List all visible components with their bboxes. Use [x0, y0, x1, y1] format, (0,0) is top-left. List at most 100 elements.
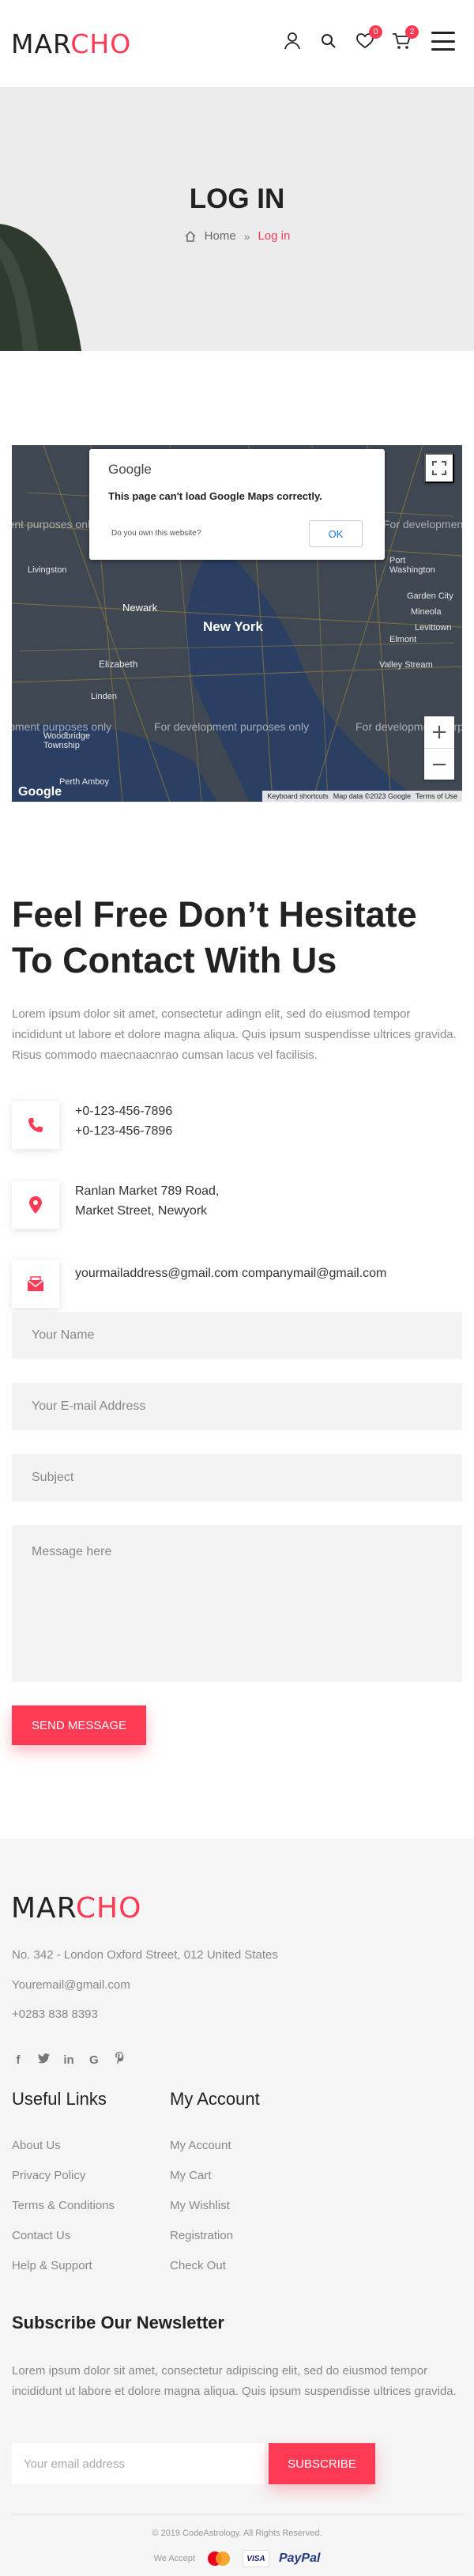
footer-phone[interactable]: +0283 838 8393 [12, 2008, 98, 2021]
breadcrumb-current: Log in [258, 229, 291, 243]
map-label-elizabeth: Elizabeth [99, 659, 138, 670]
paypal-icon: PayPal [279, 2551, 320, 2566]
map-label-elmont: Elmont [389, 635, 417, 644]
map-label-levittown: Levittown [415, 623, 452, 633]
footer-link-privacy[interactable]: Privacy Policy [12, 2169, 85, 2182]
email-field[interactable] [12, 1383, 462, 1430]
send-message-button[interactable]: SEND MESSAGE [12, 1705, 146, 1745]
subject-field[interactable] [12, 1454, 462, 1501]
facebook-icon[interactable]: f [12, 2053, 24, 2067]
footer-logo[interactable]: MARCHO [11, 1892, 141, 1924]
footer-logo-dark: MAR [11, 1892, 76, 1924]
twitter-icon[interactable] [37, 2053, 50, 2067]
footer-email[interactable]: Youremail@gmail.com [12, 1978, 130, 1992]
map-ok-button[interactable]: OK [309, 520, 363, 547]
address-line-2: Market Street, Newyork [75, 1204, 208, 1218]
map-data-text: Map data ©2023 Google [333, 792, 411, 800]
social-links: f in G [12, 2052, 126, 2068]
fullscreen-icon[interactable] [424, 453, 454, 483]
name-field[interactable] [12, 1312, 462, 1359]
visa-label: VISA [246, 2554, 265, 2563]
terms-of-use-link[interactable]: Terms of Use [416, 792, 457, 800]
message-field[interactable] [12, 1525, 462, 1682]
site-header: MARCHO 0 2 [0, 0, 474, 87]
google-plus-icon[interactable]: G [88, 2053, 100, 2067]
paypal-label: PayPal [278, 2551, 321, 2565]
footer-link-checkout[interactable]: Check Out [170, 2259, 226, 2272]
payment-methods: We Accept VISA PayPal [0, 2550, 474, 2567]
subscribe-button[interactable]: SUBSCRIBE [269, 2443, 375, 2484]
contact-email-row: yourmailaddress@gmail.com companymail@gm… [12, 1260, 462, 1308]
hero-model-image [0, 224, 82, 351]
newsletter-description: Lorem ipsum dolor sit amet, consectetur … [12, 2364, 457, 2398]
map-label-valley-stream: Valley Stream [379, 660, 433, 670]
google-logo: Google [108, 462, 152, 477]
phone-number-1[interactable]: +0-123-456-7896 [75, 1101, 172, 1121]
footer-link-help[interactable]: Help & Support [12, 2259, 92, 2272]
cart-button[interactable]: 2 [390, 25, 419, 52]
contact-phones: +0-123-456-7896 +0-123-456-7896 [75, 1101, 172, 1141]
site-footer: MARCHO No. 342 - London Oxford Street, 0… [0, 1838, 474, 2576]
footer-logo-accent: CHO [75, 1892, 142, 1924]
zoom-in-icon[interactable]: + [424, 716, 454, 748]
map-label-port-washington: Port Washington [389, 556, 435, 575]
newsletter-title: Subscribe Our Newsletter [12, 2313, 224, 2332]
search-icon[interactable] [318, 30, 340, 52]
contact-emails[interactable]: yourmailaddress@gmail.com companymail@gm… [75, 1263, 386, 1283]
map-attribution: Keyboard shortcuts Map data ©2023 Google… [262, 791, 462, 802]
keyboard-shortcuts-link[interactable]: Keyboard shortcuts [267, 792, 329, 800]
phone-icon [12, 1101, 59, 1149]
map-label-newark: Newark [122, 602, 158, 614]
we-accept-label: We Accept [153, 2554, 195, 2563]
copyright-text: © 2019 CodeAstrology. All Rights Reserve… [152, 2529, 322, 2538]
contact-address-row: Ranlan Market 789 Road, Market Street, N… [12, 1181, 462, 1229]
footer-link-registration[interactable]: Registration [170, 2229, 233, 2242]
dev-watermark-top-left: For development purposes only [12, 518, 96, 531]
logo-part-dark: MAR [11, 28, 71, 59]
phone-number-2[interactable]: +0-123-456-7896 [75, 1121, 172, 1141]
footer-divider [12, 2514, 462, 2515]
useful-links-title: Useful Links [12, 2089, 107, 2109]
zoom-controls: + − [424, 716, 454, 780]
contact-phone-row: +0-123-456-7896 +0-123-456-7896 [12, 1101, 462, 1149]
footer-link-about[interactable]: About Us [12, 2139, 61, 2152]
breadcrumb-hero: LOG IN Home » Log in [0, 87, 474, 351]
pinterest-icon[interactable] [113, 2052, 126, 2068]
my-account-title: My Account [170, 2089, 260, 2109]
map-label-linden: Linden [91, 692, 118, 701]
mastercard-icon [205, 2550, 233, 2567]
header-icons: 0 2 [281, 25, 455, 52]
footer-link-my-account[interactable]: My Account [170, 2139, 231, 2152]
contact-address: Ranlan Market 789 Road, Market Street, N… [75, 1181, 219, 1221]
newsletter-email-input[interactable] [12, 2443, 265, 2484]
cart-count-badge: 2 [405, 25, 419, 39]
map-label-perth-amboy: Perth Amboy [59, 777, 109, 787]
address-line-1: Ranlan Market 789 Road, [75, 1184, 220, 1198]
google-map[interactable]: For development purposes only For develo… [12, 445, 462, 802]
contact-title: Feel Free Don’t Hesitate To Contact With… [12, 894, 417, 980]
footer-link-my-cart[interactable]: My Cart [170, 2169, 212, 2182]
footer-link-my-wishlist[interactable]: My Wishlist [170, 2199, 230, 2212]
wishlist-count-badge: 0 [369, 25, 382, 39]
footer-link-terms[interactable]: Terms & Conditions [12, 2199, 115, 2212]
footer-link-contact[interactable]: Contact Us [12, 2229, 70, 2242]
map-error-dialog: Google This page can't load Google Maps … [89, 449, 385, 560]
hamburger-menu-icon[interactable] [431, 32, 455, 51]
site-logo[interactable]: MARCHO [11, 28, 131, 59]
wishlist-button[interactable]: 0 [354, 25, 382, 52]
map-label-garden-city: Garden City [407, 591, 453, 601]
mail-icon [12, 1260, 59, 1308]
contact-description: Lorem ipsum dolor sit amet, consectetur … [12, 1007, 457, 1062]
visa-icon: VISA [242, 2550, 269, 2567]
double-chevron-right-icon: » [243, 229, 250, 243]
dev-watermark-bottom-2: For development purposes only [154, 720, 310, 733]
useful-links-list: About Us Privacy Policy Terms & Conditio… [12, 2139, 115, 2289]
breadcrumb: Home » Log in [0, 229, 474, 243]
linkedin-icon[interactable]: in [62, 2053, 75, 2067]
my-account-list: My Account My Cart My Wishlist Registrat… [170, 2139, 233, 2289]
breadcrumb-home-link[interactable]: Home [205, 229, 236, 243]
footer-address: No. 342 - London Oxford Street, 012 Unit… [12, 1948, 278, 1962]
user-icon[interactable] [281, 30, 303, 52]
zoom-out-icon[interactable]: − [424, 748, 454, 780]
own-website-link[interactable]: Do you own this website? [111, 529, 201, 538]
